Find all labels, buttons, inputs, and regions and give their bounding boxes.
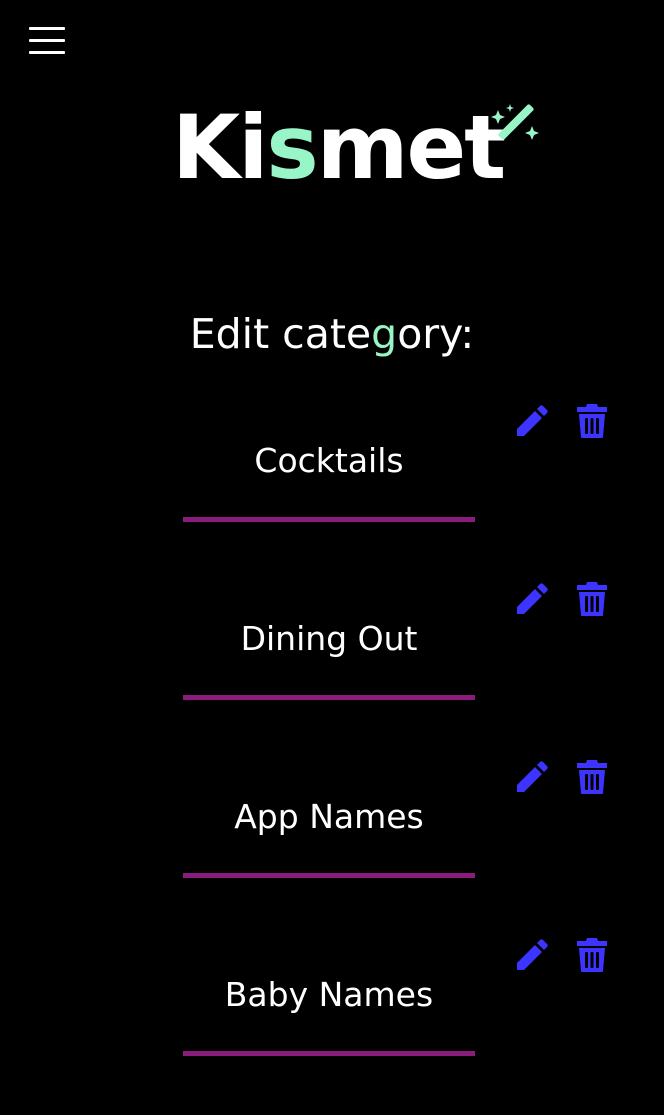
category-label: Cocktails — [254, 441, 404, 480]
list-item: App Names — [0, 759, 664, 937]
category-label: App Names — [234, 797, 424, 836]
list-item: Dining Out — [0, 581, 664, 759]
app-logo: Kismet — [172, 96, 552, 216]
page-title: Edit category: — [189, 310, 475, 358]
hamburger-menu-icon — [29, 27, 65, 30]
category-label: Baby Names — [224, 975, 434, 1014]
pencil-icon[interactable] — [513, 937, 549, 973]
category-underline — [183, 1051, 475, 1056]
logo-text: Kismet — [172, 96, 506, 199]
category-underline — [183, 695, 475, 700]
trash-icon[interactable] — [576, 581, 608, 617]
list-item: Baby Names — [0, 937, 664, 1115]
magic-wand-icon — [491, 104, 539, 140]
pencil-icon[interactable] — [513, 759, 549, 795]
category-underline — [183, 873, 475, 878]
pencil-icon[interactable] — [513, 403, 549, 439]
trash-icon[interactable] — [576, 937, 608, 973]
pencil-icon[interactable] — [513, 581, 549, 617]
trash-icon[interactable] — [576, 759, 608, 795]
category-underline — [183, 517, 475, 522]
menu-button[interactable] — [29, 27, 65, 54]
category-label: Dining Out — [240, 619, 418, 658]
trash-icon[interactable] — [576, 403, 608, 439]
list-item: Cocktails — [0, 403, 664, 581]
